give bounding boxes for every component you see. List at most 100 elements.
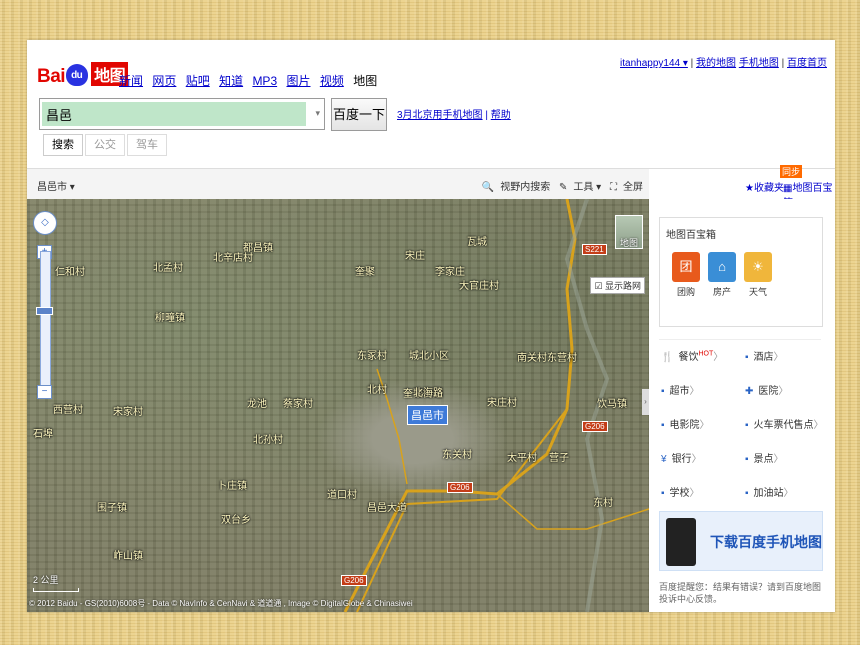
zoom-slider-handle[interactable]: [36, 307, 53, 315]
show-road-network-checkbox[interactable]: ☑ 显示路网: [590, 277, 645, 294]
help-link[interactable]: 帮助: [491, 110, 511, 121]
promo-link[interactable]: 3月北京用手机地图: [397, 110, 483, 121]
place-label[interactable]: 李家庄: [435, 263, 465, 278]
category-item[interactable]: ¥ 银行〉: [661, 450, 702, 465]
search-button[interactable]: 百度一下: [331, 98, 387, 131]
supermarket-icon: ▪: [661, 386, 665, 397]
category-item[interactable]: ▪ 加油站〉: [745, 484, 794, 499]
nav-web[interactable]: 网页: [152, 74, 176, 88]
place-label[interactable]: 北孟村: [153, 259, 183, 274]
place-label[interactable]: 东冢村: [357, 347, 387, 362]
place-label[interactable]: 北辛店村: [213, 249, 253, 264]
nav-mp3[interactable]: MP3: [252, 74, 277, 88]
tab-search[interactable]: 搜索: [43, 134, 83, 156]
place-label[interactable]: 围子镇: [97, 499, 127, 514]
category-list: 🍴 餐饮HOT 〉 ▪ 酒店〉 ▪ 超市〉 ✚ 医院〉 ▪ 电影院〉 ▪ 火车票代售点〉 ¥ 银…: [659, 339, 824, 499]
place-label[interactable]: 瓦城: [467, 233, 487, 248]
pan-arrows-icon[interactable]: ◇: [33, 211, 57, 235]
separator: |: [690, 58, 694, 69]
nav-zhidao[interactable]: 知道: [219, 74, 243, 88]
place-label[interactable]: 北孙村: [253, 431, 283, 446]
category-item[interactable]: ▪ 学校〉: [661, 484, 700, 499]
fullscreen-button[interactable]: ⛶ 全屏: [610, 182, 643, 193]
download-app-banner[interactable]: 下载百度手机地图: [659, 511, 823, 571]
city-marker[interactable]: 昌邑市: [407, 405, 448, 425]
chevron-right-icon: 〉: [783, 488, 794, 499]
place-label[interactable]: 卜庄镇: [217, 477, 247, 492]
category-item[interactable]: 🍴 餐饮HOT 〉: [661, 348, 723, 363]
panel-collapse-button[interactable]: ›: [642, 389, 649, 415]
nav-video[interactable]: 视频: [320, 74, 344, 88]
category-label: 银行: [671, 454, 692, 465]
toolbox-card: 地图百宝箱 团 团购 ⌂ 房产 ☀ 天气: [659, 217, 823, 327]
place-label[interactable]: 道口村: [327, 486, 357, 501]
place-label[interactable]: 柳疃镇: [155, 309, 185, 324]
tab-drive[interactable]: 驾车: [127, 134, 167, 156]
right-toolbar: 同步 ★收藏夹 ▦地图百宝箱: [649, 165, 835, 209]
tools-menu[interactable]: ✎ 工具 ▾: [559, 182, 601, 193]
category-item[interactable]: ▪ 景点〉: [745, 450, 784, 465]
feedback-tip: 百度提醒您：结果有错误？请到百度地图投诉中心反馈。: [659, 582, 822, 604]
toolbox-groupbuy[interactable]: 团 团购: [670, 252, 702, 298]
map-toolbar: 昌邑市 ▾ 🔍 视野内搜索 ✎ 工具 ▾ ⛶ 全屏: [27, 168, 649, 200]
favorites-button[interactable]: ★收藏夹: [745, 179, 784, 194]
place-label[interactable]: 东村: [593, 494, 613, 509]
place-label[interactable]: 宋庄: [405, 247, 425, 262]
place-label[interactable]: 东营村: [547, 349, 577, 364]
category-label: 电影院: [669, 420, 700, 431]
city-selector[interactable]: 昌邑市 ▾: [37, 178, 75, 193]
place-label[interactable]: 西营村: [53, 401, 83, 416]
phone-map-link[interactable]: 手机地图: [739, 58, 779, 69]
nav-tieba[interactable]: 贴吧: [186, 74, 210, 88]
place-label[interactable]: 太平村: [507, 449, 537, 464]
toolbox-weather[interactable]: ☀ 天气: [742, 252, 774, 298]
chevron-down-icon[interactable]: ▾: [315, 108, 320, 119]
pan-control[interactable]: ◇: [33, 211, 57, 239]
search-input[interactable]: [42, 102, 306, 126]
place-label[interactable]: 蔡家村: [283, 395, 313, 410]
place-label[interactable]: 东关村: [442, 446, 472, 461]
hotel-icon: ▪: [745, 352, 749, 363]
place-label[interactable]: 营子: [549, 449, 569, 464]
toolbox-realestate[interactable]: ⌂ 房产: [706, 252, 738, 298]
zoom-slider[interactable]: [40, 251, 51, 393]
category-item[interactable]: ▪ 酒店〉: [745, 348, 784, 363]
baidu-logo[interactable]: Bai地图: [37, 62, 129, 88]
place-label[interactable]: 岞山镇: [113, 547, 143, 562]
place-label[interactable]: 奎聚: [355, 263, 375, 278]
place-label[interactable]: 大官庄村: [459, 277, 499, 292]
zoom-out-button[interactable]: −: [37, 385, 52, 399]
username-link[interactable]: itanhappy144 ▾: [620, 58, 688, 69]
place-label[interactable]: 饮马镇: [597, 395, 627, 410]
place-label[interactable]: 北村: [367, 381, 387, 396]
category-item[interactable]: ▪ 超市〉: [661, 382, 700, 397]
category-item[interactable]: ▪ 火车票代售点〉: [745, 416, 824, 431]
road-shield: S221: [582, 244, 607, 255]
chevron-right-icon: 〉: [713, 352, 724, 363]
nav-images[interactable]: 图片: [286, 74, 310, 88]
road-network-label: 显示路网: [604, 281, 641, 291]
baidu-home-link[interactable]: 百度首页: [787, 58, 827, 69]
view-search-button[interactable]: 🔍 视野内搜索: [482, 182, 550, 193]
separator: |: [485, 110, 488, 121]
place-label[interactable]: 仁和村: [55, 263, 85, 278]
place-label[interactable]: 双台乡: [221, 511, 251, 526]
tab-bus[interactable]: 公交: [85, 134, 125, 156]
chevron-right-icon: 〉: [699, 420, 710, 431]
place-label[interactable]: 昌邑大道: [367, 499, 407, 514]
nav-news[interactable]: 新闻: [119, 74, 143, 88]
place-label[interactable]: 宋家村: [113, 403, 143, 418]
satellite-map[interactable]: 都昌镇 北辛店村 北孟村 仁和村 宋庄 瓦城 城北小区 东冢村 营子 北村 东营村 李家庄 大官庄村 南关…: [27, 199, 649, 612]
category-item[interactable]: ✚ 医院〉: [745, 382, 788, 397]
my-map-link[interactable]: 我的地图: [696, 58, 736, 69]
place-label[interactable]: 南关村: [517, 349, 547, 364]
place-label[interactable]: 北海路: [413, 384, 443, 399]
place-label[interactable]: 宋庄村: [487, 394, 517, 409]
category-item[interactable]: ▪ 电影院〉: [661, 416, 710, 431]
place-label[interactable]: 城北小区: [409, 347, 449, 362]
place-label[interactable]: 龙池: [247, 395, 267, 410]
category-label: 酒店: [753, 352, 774, 363]
search-box: ▾: [39, 98, 325, 130]
map-type-switch[interactable]: 地图: [615, 215, 643, 249]
place-label[interactable]: 石埠: [33, 425, 53, 440]
